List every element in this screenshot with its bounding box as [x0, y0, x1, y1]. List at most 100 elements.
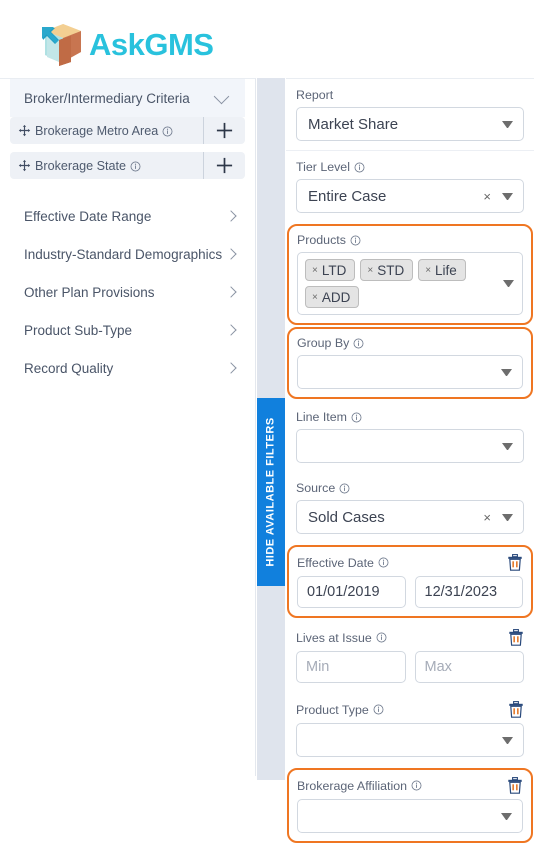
info-circle-icon[interactable] [351, 412, 362, 423]
group-by-select[interactable] [297, 355, 523, 389]
info-circle-icon[interactable] [376, 632, 387, 643]
clear-x-icon[interactable]: × [483, 510, 491, 525]
caret-down-icon [502, 442, 513, 450]
effective-date-from-input[interactable] [297, 576, 406, 608]
sidebar-item-label: Industry-Standard Demographics [24, 246, 223, 262]
caret-down-icon [502, 513, 513, 521]
lives-at-issue-max-input[interactable] [414, 651, 524, 683]
line-item-select[interactable] [296, 429, 524, 463]
caret-down-icon [501, 812, 512, 820]
sidebar-item-industry-standard-demographics[interactable]: Industry-Standard Demographics [10, 235, 245, 273]
sidebar-item-label: Product Sub-Type [24, 322, 133, 338]
hide-available-filters-tab[interactable]: HIDE AVAILABLE FILTERS [257, 398, 285, 586]
sidebar-nav-list: Effective Date Range Industry-Standard D… [0, 197, 255, 387]
chip-std[interactable]: × STD [360, 259, 414, 281]
filter-label-source: Source [296, 481, 524, 495]
lives-at-issue-inputs [296, 651, 524, 683]
product-type-select[interactable] [296, 723, 524, 757]
filter-line-item: Line Item [286, 401, 534, 472]
filter-source: Source Sold Cases × [286, 472, 534, 543]
info-circle-icon[interactable] [378, 557, 389, 568]
chevron-right-icon [225, 286, 237, 298]
caret-down-icon [502, 736, 513, 744]
add-criteria-button-brokerage-state[interactable] [203, 152, 245, 179]
report-select[interactable]: Market Share [296, 107, 524, 141]
info-circle-icon[interactable] [162, 126, 173, 137]
info-circle-icon[interactable] [353, 338, 364, 349]
filter-label-product-type: Product Type [296, 701, 524, 718]
filter-label-products: Products [297, 233, 523, 247]
criteria-row-brokerage-state[interactable]: Brokerage State [10, 152, 245, 179]
trash-icon[interactable] [507, 777, 523, 794]
source-value: Sold Cases [308, 508, 385, 526]
info-circle-icon[interactable] [350, 235, 361, 246]
criteria-label: Brokerage Metro Area [35, 124, 203, 138]
filters-panel: Report Market Share Tier Level Entire Ca… [286, 78, 534, 843]
chip-x-icon[interactable]: × [367, 265, 373, 276]
lives-at-issue-min-input[interactable] [296, 651, 406, 683]
filter-label-lives-at-issue: Lives at Issue [296, 629, 524, 646]
filter-tier-level: Tier Level Entire Case × [286, 151, 534, 222]
chip-x-icon[interactable]: × [425, 265, 431, 276]
caret-down-icon [502, 192, 513, 200]
chevron-down-icon [213, 88, 230, 104]
left-sidebar: Broker/Intermediary Criteria Brokerage M… [0, 78, 256, 776]
chip-label: STD [377, 262, 405, 278]
filter-lives-at-issue: Lives at Issue [286, 620, 534, 692]
filter-label-brokerage-affiliation: Brokerage Affiliation [297, 777, 523, 794]
filter-product-type: Product Type [286, 692, 534, 766]
app-header: AskGMS [0, 0, 534, 78]
sidebar-accordion-broker-intermediary-criteria[interactable]: Broker/Intermediary Criteria [10, 79, 245, 117]
effective-date-to-input[interactable] [414, 576, 523, 608]
trash-icon[interactable] [507, 554, 523, 571]
info-circle-icon[interactable] [411, 780, 422, 791]
info-circle-icon[interactable] [339, 483, 350, 494]
criteria-row-brokerage-metro-area[interactable]: Brokerage Metro Area [10, 117, 245, 144]
chevron-right-icon [225, 210, 237, 222]
clear-x-icon[interactable]: × [483, 189, 491, 204]
source-select[interactable]: Sold Cases × [296, 500, 524, 534]
filter-label-line-item: Line Item [296, 410, 524, 424]
move-arrows-icon[interactable] [18, 159, 31, 172]
products-chip-list: × LTD × STD × Life × ADD [305, 259, 497, 308]
filter-label-effective-date: Effective Date [297, 554, 523, 571]
sidebar-item-other-plan-provisions[interactable]: Other Plan Provisions [10, 273, 245, 311]
chip-x-icon[interactable]: × [312, 265, 318, 276]
chip-label: Life [435, 262, 457, 278]
brokerage-affiliation-select[interactable] [297, 799, 523, 833]
chip-add[interactable]: × ADD [305, 286, 360, 308]
sidebar-item-product-sub-type[interactable]: Product Sub-Type [10, 311, 245, 349]
products-multiselect[interactable]: × LTD × STD × Life × ADD [297, 252, 523, 315]
trash-icon[interactable] [508, 701, 524, 718]
filter-label-tier-level: Tier Level [296, 160, 524, 174]
brand-name: AskGMS [89, 26, 214, 62]
chip-life[interactable]: × Life [418, 259, 466, 281]
add-criteria-button-brokerage-metro-area[interactable] [203, 117, 245, 144]
tier-level-value: Entire Case [308, 187, 387, 205]
trash-icon[interactable] [508, 629, 524, 646]
chip-ltd[interactable]: × LTD [305, 259, 356, 281]
brand-logo[interactable]: AskGMS [37, 22, 214, 68]
filter-report: Report Market Share [286, 79, 534, 151]
chevron-right-icon [225, 324, 237, 336]
chip-x-icon[interactable]: × [312, 292, 318, 303]
chip-label: LTD [321, 262, 347, 278]
info-circle-icon[interactable] [354, 162, 365, 173]
report-value: Market Share [308, 115, 399, 133]
sidebar-item-record-quality[interactable]: Record Quality [10, 349, 245, 387]
plus-icon [216, 122, 233, 139]
filter-label-group-by: Group By [297, 336, 523, 350]
filter-products: Products × LTD × STD × Life × ADD [287, 224, 533, 325]
hide-available-filters-label: HIDE AVAILABLE FILTERS [265, 417, 277, 567]
info-circle-icon[interactable] [373, 704, 384, 715]
caret-down-icon [503, 280, 514, 287]
move-arrows-icon[interactable] [18, 124, 31, 137]
chip-label: ADD [321, 289, 351, 305]
tier-level-select[interactable]: Entire Case × [296, 179, 524, 213]
sidebar-item-effective-date-range[interactable]: Effective Date Range [10, 197, 245, 235]
filter-group-by: Group By [287, 327, 533, 399]
accordion-label: Broker/Intermediary Criteria [24, 90, 190, 106]
info-circle-icon[interactable] [130, 161, 141, 172]
filter-effective-date: Effective Date [287, 545, 533, 618]
sidebar-item-label: Record Quality [24, 360, 114, 376]
